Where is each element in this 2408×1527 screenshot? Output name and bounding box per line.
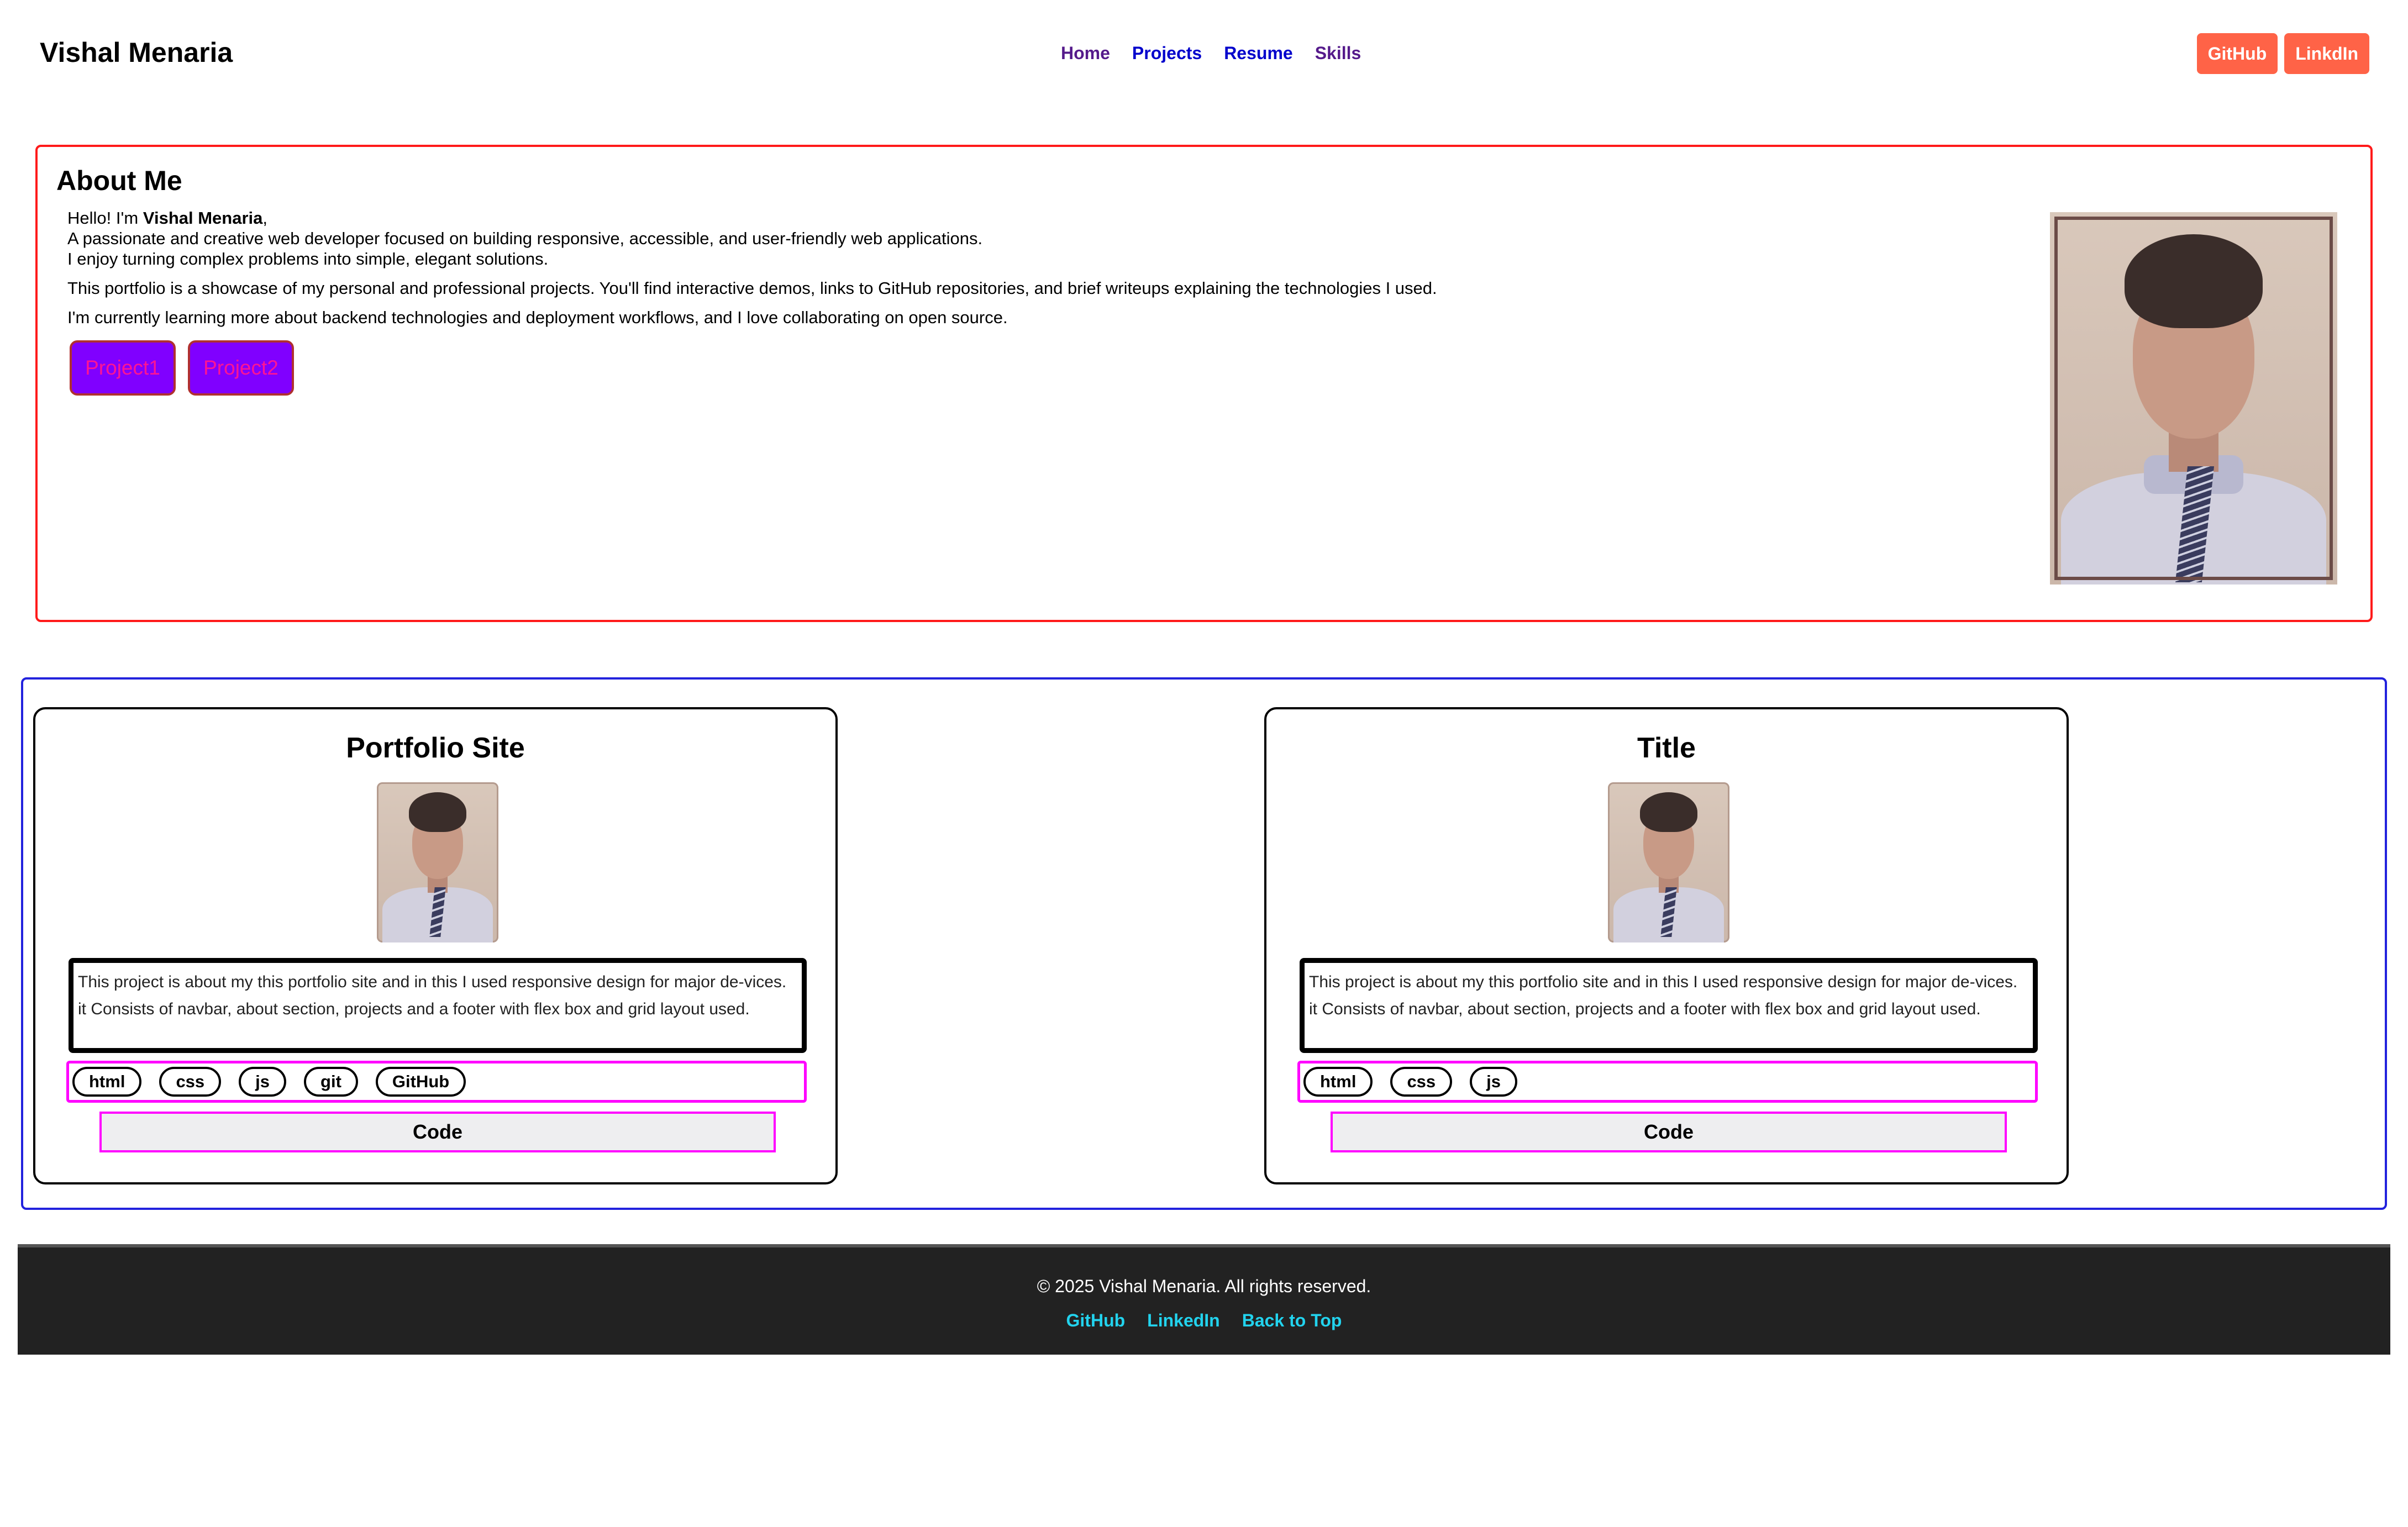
tag-git: git — [304, 1067, 358, 1097]
tag-js: js — [1470, 1067, 1518, 1097]
project-title: Portfolio Site — [346, 732, 525, 764]
about-intro: Hello! I'm Vishal Menaria, A passionate … — [67, 208, 1946, 269]
project-desc-line1: This project is about my this portfolio … — [1309, 973, 2018, 991]
project-description: This project is about my this portfolio … — [1300, 958, 2038, 1053]
footer-links: GitHub LinkedIn Back to Top — [18, 1310, 2390, 1331]
nav-projects-link[interactable]: Projects — [1132, 43, 1202, 64]
about-title: About Me — [56, 165, 182, 196]
about-name: Vishal Menaria — [143, 208, 263, 228]
about-para2: This portfolio is a showcase of my perso… — [67, 278, 1437, 298]
nav-links: Home Projects Resume Skills — [1061, 43, 1361, 64]
profile-photo — [2050, 212, 2337, 585]
project2-button[interactable]: Project2 — [188, 340, 294, 396]
tech-tags: html css js — [1297, 1061, 2038, 1103]
tag-html: html — [1303, 1067, 1373, 1097]
project1-button[interactable]: Project1 — [70, 340, 176, 396]
nav-home-link[interactable]: Home — [1061, 43, 1110, 64]
navbar: Vishal Menaria Home Projects Resume Skil… — [0, 0, 2408, 110]
copyright-text: © 2025 Vishal Menaria. All rights reserv… — [1037, 1276, 1371, 1296]
nav-resume-link[interactable]: Resume — [1224, 43, 1293, 64]
code-button[interactable]: Code — [99, 1112, 776, 1152]
photo-frame — [2054, 217, 2333, 580]
footer-linkedin-link[interactable]: LinkedIn — [1147, 1310, 1220, 1331]
project-desc-line2: it Consists of navbar, about section, pr… — [78, 1000, 750, 1018]
about-project-buttons: Project1 Project2 — [70, 340, 294, 396]
portrait-photo-icon — [377, 782, 498, 942]
about-para3: I'm currently learning more about backen… — [67, 308, 1008, 327]
projects-section: Portfolio Site This project is about my … — [21, 677, 2387, 1210]
tech-tags: html css js git GitHub — [66, 1061, 807, 1103]
tag-css: css — [1390, 1067, 1453, 1097]
project-thumbnail — [1608, 782, 1729, 942]
social-buttons: GitHub LinkdIn — [2196, 33, 2369, 74]
nav-skills-link[interactable]: Skills — [1315, 43, 1361, 64]
back-to-top-link[interactable]: Back to Top — [1242, 1310, 1342, 1331]
footer: © 2025 Vishal Menaria. All rights reserv… — [18, 1244, 2390, 1355]
portrait-photo-icon — [1608, 782, 1729, 942]
about-section: About Me Hello! I'm Vishal Menaria, A pa… — [35, 145, 2373, 622]
project-description: This project is about my this portfolio … — [69, 958, 807, 1053]
project-card: Portfolio Site This project is about my … — [33, 707, 838, 1184]
tag-html: html — [72, 1067, 142, 1097]
brand-title: Vishal Menaria — [40, 37, 233, 68]
code-button[interactable]: Code — [1331, 1112, 2007, 1152]
tag-github: GitHub — [375, 1067, 466, 1097]
tag-js: js — [239, 1067, 287, 1097]
github-button[interactable]: GitHub — [2196, 33, 2278, 74]
about-comma: , — [262, 208, 267, 228]
about-line1: A passionate and creative web developer … — [67, 229, 983, 248]
linkedin-button[interactable]: LinkdIn — [2284, 33, 2369, 74]
project-card: Title This project is about my this port… — [1264, 707, 2069, 1184]
project-thumbnail — [377, 782, 498, 942]
tag-css: css — [159, 1067, 222, 1097]
project-desc-line1: This project is about my this portfolio … — [78, 973, 787, 991]
project-desc-line2: it Consists of navbar, about section, pr… — [1309, 1000, 1981, 1018]
about-hello: Hello! I'm — [67, 208, 143, 228]
project-title: Title — [1637, 732, 1696, 764]
about-line2: I enjoy turning complex problems into si… — [67, 249, 549, 268]
footer-github-link[interactable]: GitHub — [1066, 1310, 1126, 1331]
about-text: Hello! I'm Vishal Menaria, A passionate … — [67, 208, 1946, 336]
